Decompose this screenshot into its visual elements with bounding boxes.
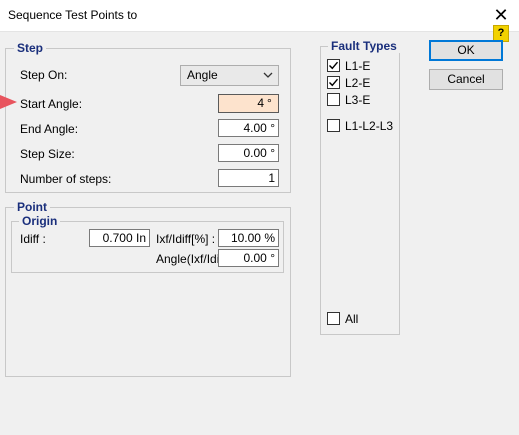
step-on-dropdown[interactable]: Angle <box>180 65 279 86</box>
close-icon[interactable]: ✕ <box>490 4 512 26</box>
step-group-title: Step <box>14 41 47 55</box>
step-size-input[interactable]: 0.00 ° <box>218 144 279 162</box>
angle-ixf-idiff-label: Angle(Ixf/Idiff <box>156 252 218 266</box>
ok-button[interactable]: OK <box>429 40 503 61</box>
start-angle-label: Start Angle: <box>20 97 83 111</box>
start-angle-unit: ° <box>267 96 272 110</box>
checkmark-icon <box>329 61 339 70</box>
start-angle-value: 4 <box>257 96 264 110</box>
fault-types-title: Fault Types <box>328 39 400 53</box>
step-size-label: Step Size: <box>20 147 75 161</box>
point-group-title: Point <box>14 200 50 214</box>
pointer-arrow-icon <box>0 95 17 109</box>
angle-ixf-idiff-input[interactable]: 0.00 ° <box>218 249 279 267</box>
checkbox-l1-l2-l3-box[interactable] <box>327 119 340 132</box>
window-title: Sequence Test Points to <box>8 8 138 22</box>
origin-group-title: Origin <box>19 214 61 228</box>
checkbox-l1-l2-l3-label: L1-L2-L3 <box>345 119 394 133</box>
number-of-steps-label: Number of steps: <box>20 172 112 186</box>
step-on-label: Step On: <box>20 68 68 82</box>
checkbox-l2-e-box[interactable] <box>327 76 340 89</box>
number-of-steps-input[interactable]: 1 <box>218 169 279 187</box>
title-bar: Sequence Test Points to ✕ <box>0 0 519 32</box>
idiff-label: Idiff : <box>20 232 46 246</box>
cancel-button[interactable]: Cancel <box>429 69 503 90</box>
checkbox-all-label: All <box>345 312 359 326</box>
checkbox-l2-e-label: L2-E <box>345 76 371 90</box>
checkbox-l3-e-label: L3-E <box>345 93 371 107</box>
ixf-idiff-input[interactable]: 10.00 % <box>218 229 279 247</box>
step-on-value: Angle <box>187 68 218 82</box>
checkbox-l1-e-label: L1-E <box>345 59 371 73</box>
checkbox-l3-e-box[interactable] <box>327 93 340 106</box>
checkbox-all-box[interactable] <box>327 312 340 325</box>
end-angle-label: End Angle: <box>20 122 79 136</box>
checkbox-l1-e-box[interactable] <box>327 59 340 72</box>
idiff-input[interactable]: 0.700 In <box>89 229 150 247</box>
chevron-down-icon <box>263 72 273 78</box>
checkmark-icon <box>329 78 339 87</box>
ixf-idiff-label: Ixf/Idiff[%] : <box>156 232 216 246</box>
end-angle-input[interactable]: 4.00 ° <box>218 119 279 137</box>
